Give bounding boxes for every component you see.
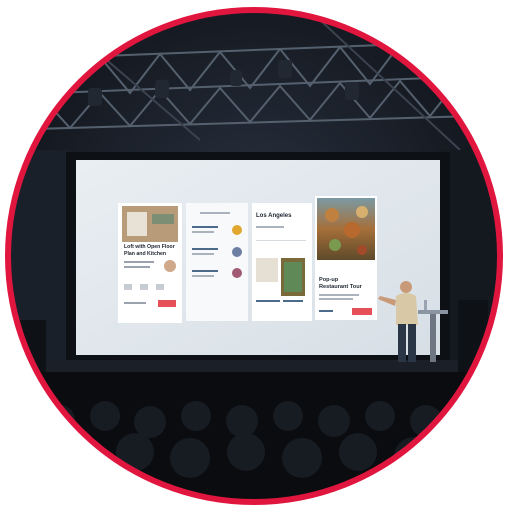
card-3-title: Los Angeles: [256, 213, 292, 219]
app-card-2: [186, 203, 248, 321]
presentation-photo: [0, 0, 508, 511]
card-4-title-line2: Restaurant Tour: [319, 284, 362, 290]
card-1-title-line2: Plan and Kitchen: [124, 251, 167, 257]
card-4-cta-button: [352, 308, 372, 315]
card-1-title-line1: Loft with Open Floor: [124, 244, 175, 250]
card-4-title-line1: Pop-up: [319, 277, 339, 283]
card-1-cta-button: [158, 300, 176, 307]
app-card-3: [252, 203, 312, 321]
stage: [40, 360, 470, 374]
app-card-4: [315, 196, 377, 320]
app-card-1: [118, 203, 182, 323]
photo-illustration: [5, 7, 503, 505]
